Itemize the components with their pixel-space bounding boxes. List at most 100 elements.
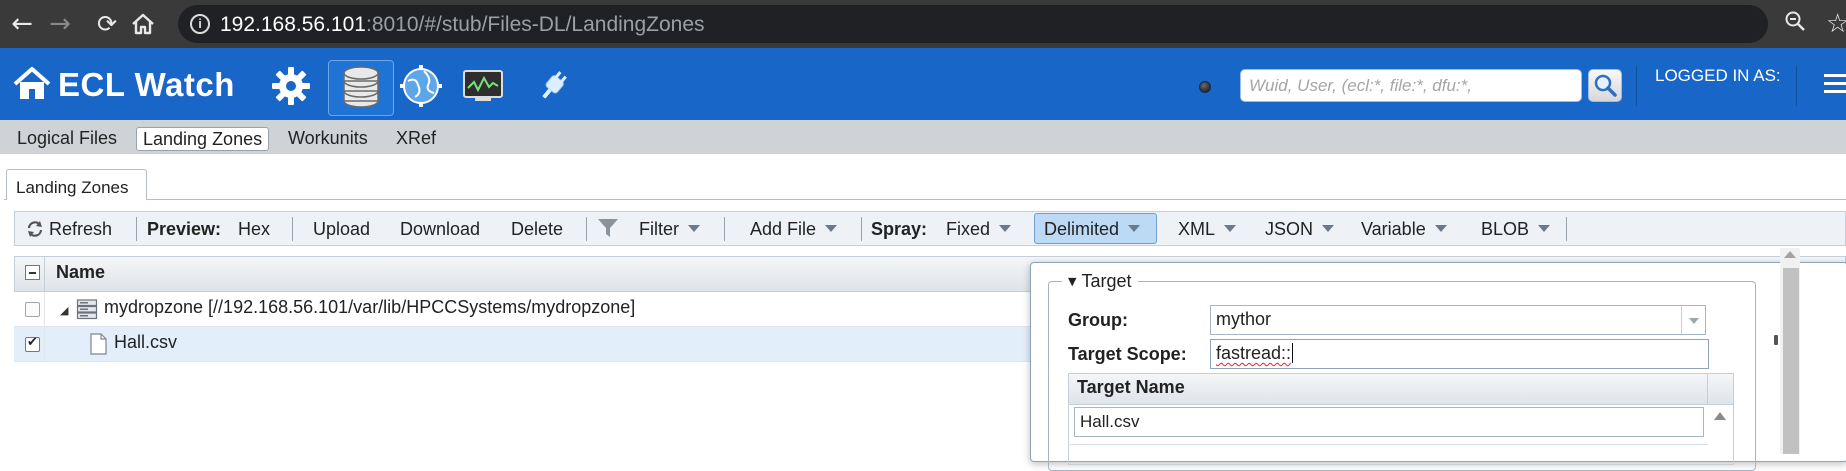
column-header-name[interactable]: Name: [56, 262, 105, 283]
status-indicator: [1199, 81, 1211, 93]
dropzone-label: mydropzone [//192.168.56.101/var/lib/HPC…: [104, 297, 636, 317]
select-all-checkbox[interactable]: [25, 265, 40, 280]
delimited-label: Delimited: [1044, 219, 1120, 239]
files-database-icon[interactable]: [328, 60, 394, 116]
chevron-down-icon: [1434, 225, 1447, 232]
toolbar-separator: [136, 217, 137, 241]
spray-variable-button[interactable]: Variable: [1361, 218, 1447, 240]
subnav-xref[interactable]: XRef: [390, 127, 442, 151]
globe-icon[interactable]: [398, 63, 444, 109]
add-file-button[interactable]: Add File: [750, 218, 838, 240]
chevron-down-icon[interactable]: [1681, 306, 1705, 334]
hamburger-menu-icon[interactable]: [1824, 74, 1846, 98]
scroll-up-arrow-icon[interactable]: [1714, 412, 1726, 420]
chevron-down-icon: [1224, 225, 1237, 232]
chevron-down-icon: [999, 225, 1012, 232]
toolbar-separator: [586, 217, 587, 241]
chevron-down-icon: [825, 225, 838, 232]
row-divider: [44, 327, 45, 362]
filter-funnel-icon: [597, 217, 619, 239]
upload-button[interactable]: Upload: [313, 218, 370, 240]
reload-icon[interactable]: ⟳: [91, 8, 123, 40]
grid-header-divider: [44, 256, 45, 292]
search-button[interactable]: [1588, 69, 1622, 102]
toolbar: [14, 211, 1846, 246]
chevron-down-icon: [1128, 225, 1141, 232]
row-checkbox[interactable]: [25, 335, 40, 352]
resize-handle[interactable]: [1774, 335, 1778, 345]
header-divider: [1796, 66, 1797, 106]
filter-label: Filter: [639, 219, 679, 239]
dialog-scrollbar-thumb[interactable]: [1783, 268, 1799, 454]
zoom-icon[interactable]: [1784, 10, 1806, 39]
search-input[interactable]: [1240, 69, 1582, 102]
target-scope-value: fastread::: [1216, 343, 1292, 363]
delete-button[interactable]: Delete: [511, 218, 563, 240]
file-icon: [88, 333, 108, 360]
spray-json-button[interactable]: JSON: [1265, 218, 1335, 240]
grid-scroll-header: [1707, 373, 1734, 405]
home-icon[interactable]: [12, 64, 52, 104]
subnav-logical-files[interactable]: Logical Files: [11, 127, 123, 151]
hex-button[interactable]: Hex: [238, 218, 270, 240]
row-divider: [44, 292, 45, 327]
refresh-button[interactable]: Refresh: [26, 218, 112, 240]
xml-label: XML: [1178, 219, 1216, 239]
spray-delimited-button[interactable]: Delimited: [1044, 218, 1141, 240]
row-checkbox[interactable]: [25, 302, 40, 317]
spray-label: Spray:: [871, 219, 928, 239]
variable-label: Variable: [1361, 219, 1426, 239]
refresh-icon: [27, 221, 43, 237]
grid-row-divider: [1068, 444, 1708, 445]
group-select-value: mythor: [1216, 309, 1272, 329]
spray-xml-button[interactable]: XML: [1178, 218, 1237, 240]
plugin-icon[interactable]: [532, 66, 578, 112]
fixed-label: Fixed: [946, 219, 991, 239]
secondary-nav: [0, 120, 1846, 154]
target-name-input[interactable]: [1074, 407, 1704, 437]
toolbar-separator: [292, 217, 293, 241]
tab-strip-line: [4, 199, 1846, 200]
spray-blob-button[interactable]: BLOB: [1481, 218, 1551, 240]
back-arrow-icon[interactable]: ←: [6, 8, 38, 40]
monitor-chart-icon[interactable]: [462, 68, 508, 114]
add-file-label: Add File: [750, 219, 817, 239]
chevron-down-icon: [688, 225, 700, 232]
toolbar-separator: [1566, 217, 1567, 241]
address-bar[interactable]: i 192.168.56.101:8010/#/stub/Files-DL/La…: [178, 5, 1768, 43]
spray-fixed-button[interactable]: Fixed: [946, 218, 1012, 240]
forward-arrow-icon[interactable]: →: [44, 8, 76, 40]
search-icon: [1594, 74, 1617, 97]
text-cursor: [1292, 343, 1293, 363]
download-button[interactable]: Download: [400, 218, 480, 240]
filter-button[interactable]: Filter: [639, 218, 700, 240]
group-select[interactable]: [1210, 305, 1706, 335]
tab-landing-zones[interactable]: Landing Zones: [6, 169, 147, 200]
gear-icon[interactable]: [268, 63, 314, 109]
logged-in-label: LOGGED IN AS:: [1655, 66, 1781, 85]
toolbar-separator: [861, 217, 862, 241]
app-brand[interactable]: ECL Watch: [58, 66, 235, 104]
collapse-triangle-icon: ▼: [1068, 275, 1077, 288]
group-label: Group:: [1068, 310, 1128, 330]
chevron-down-icon: [1322, 225, 1335, 232]
collapse-triangle-icon[interactable]: ◢: [60, 304, 68, 317]
info-icon[interactable]: i: [190, 14, 210, 34]
preview-label: Preview:: [147, 219, 222, 239]
header-divider: [1636, 66, 1637, 106]
toolbar-separator: [724, 217, 725, 241]
json-label: JSON: [1265, 219, 1314, 239]
dropzone-server-icon: [76, 298, 98, 325]
target-scope-label: Target Scope:: [1068, 344, 1187, 364]
column-header-target-name[interactable]: Target Name: [1077, 377, 1185, 398]
blob-label: BLOB: [1481, 219, 1530, 239]
subnav-workunits[interactable]: Workunits: [282, 127, 374, 151]
home-nav-icon[interactable]: [127, 8, 159, 40]
subnav-landing-zones[interactable]: Landing Zones: [136, 127, 270, 151]
target-legend[interactable]: ▼ Target: [1062, 271, 1138, 292]
scroll-up-arrow-icon[interactable]: [1784, 251, 1796, 258]
bookmark-star-icon[interactable]: ☆: [1826, 8, 1846, 39]
file-label: Hall.csv: [114, 332, 178, 352]
refresh-label: Refresh: [49, 219, 113, 239]
chevron-down-icon: [1538, 225, 1551, 232]
